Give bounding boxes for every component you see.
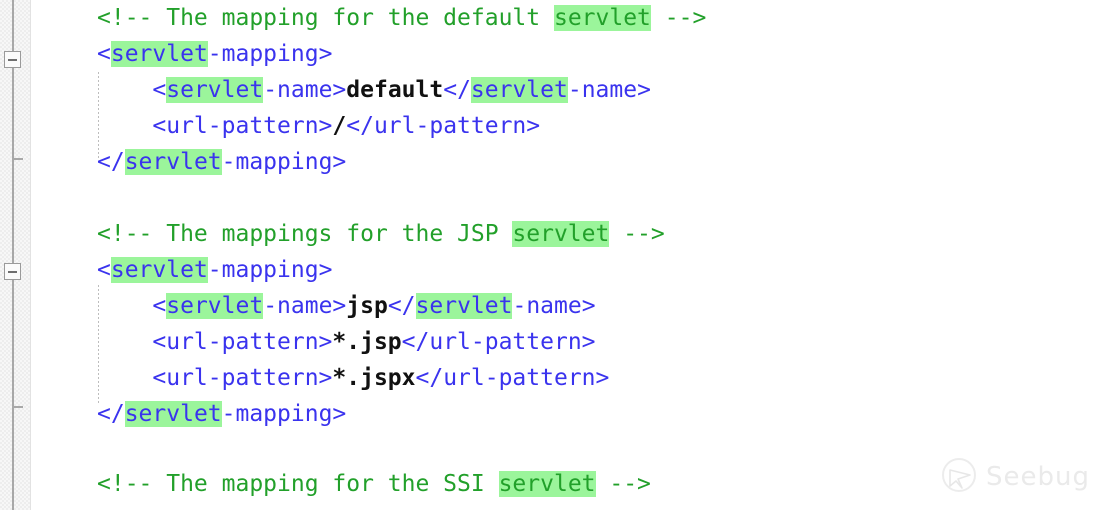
code-token-comment: <!-- The mapping for the SSI [97, 471, 499, 497]
code-token-tag: </url-pattern> [346, 113, 541, 139]
code-token-tag: < [97, 293, 167, 319]
code-line-text: <!-- The mapping for the default servlet… [97, 0, 706, 36]
code-token-value: *.jsp [332, 329, 402, 355]
seebug-watermark-label: Seebug [986, 462, 1090, 492]
code-token-tag: <url-pattern> [97, 365, 333, 391]
code-token-tag: -mapping> [221, 149, 347, 175]
code-token-tag: -mapping> [207, 41, 333, 67]
code-token-tag: < [97, 257, 111, 283]
search-match-token: servlet [166, 293, 264, 319]
code-content-area[interactable]: <!-- The mapping for the default servlet… [31, 0, 1108, 510]
code-line-text: <url-pattern>/</url-pattern> [97, 108, 540, 144]
code-token-comment: --> [595, 471, 651, 497]
code-token-tag: </ [387, 293, 416, 319]
search-match-token: servlet [470, 77, 568, 103]
search-match-token: servlet [166, 77, 264, 103]
code-token-comment: --> [609, 221, 665, 247]
seebug-watermark: Seebug [940, 456, 1090, 498]
code-token-comment: <!-- The mapping for the default [97, 5, 554, 31]
gutter-vertical-rule [12, 0, 14, 510]
code-token-tag: < [97, 41, 111, 67]
code-line-text: </servlet-mapping> [97, 396, 346, 432]
fold-end-servlet-mapping-jsp [12, 406, 23, 408]
code-line-text: <servlet-name>jsp</servlet-name> [97, 288, 596, 324]
search-match-token: servlet [110, 41, 208, 67]
search-match-token: servlet [553, 5, 651, 31]
code-token-tag: <url-pattern> [97, 329, 333, 355]
code-line-text: <servlet-mapping> [97, 36, 332, 72]
code-token-tag: </ [443, 77, 471, 103]
code-line-text: <!-- The mapping for the SSI servlet --> [97, 466, 651, 502]
code-token-tag: -name> [263, 293, 347, 319]
code-token-tag: </ [97, 149, 125, 175]
code-token-tag: < [97, 77, 167, 103]
code-editor[interactable]: <!-- The mapping for the default servlet… [0, 0, 1108, 510]
code-token-comment: <!-- The mappings for the JSP [97, 221, 513, 247]
code-token-tag: -name> [263, 77, 347, 103]
code-token-tag: -mapping> [221, 401, 347, 427]
code-token-tag: <url-pattern> [97, 113, 333, 139]
search-match-token: servlet [110, 257, 208, 283]
fold-end-servlet-mapping-default [12, 158, 23, 160]
code-line-text: </servlet-mapping> [97, 144, 346, 180]
code-line-text: <url-pattern>*.jspx</url-pattern> [97, 360, 609, 396]
code-token-tag: </url-pattern> [415, 365, 610, 391]
code-line-text: <servlet-mapping> [97, 252, 332, 288]
code-token-value: *.jspx [332, 365, 416, 391]
fold-marker-servlet-mapping-jsp[interactable] [4, 263, 21, 280]
search-match-token: servlet [124, 401, 222, 427]
code-token-value: default [346, 77, 444, 103]
code-token-value: / [332, 113, 347, 139]
seebug-logo-icon [940, 456, 978, 498]
code-line-text: <!-- The mappings for the JSP servlet --… [97, 216, 665, 252]
code-line-text: <url-pattern>*.jsp</url-pattern> [97, 324, 596, 360]
code-token-tag: </ [97, 401, 125, 427]
code-token-tag: </url-pattern> [401, 329, 596, 355]
editor-fold-gutter[interactable] [0, 0, 31, 510]
search-match-token: servlet [512, 221, 610, 247]
code-token-tag: -name> [512, 293, 596, 319]
fold-marker-servlet-mapping-default[interactable] [4, 51, 21, 68]
code-token-value: jsp [346, 293, 388, 319]
search-match-token: servlet [124, 149, 222, 175]
code-line-text: <servlet-name>default</servlet-name> [97, 72, 651, 108]
code-token-tag: -name> [567, 77, 651, 103]
code-token-comment: --> [650, 5, 707, 31]
code-token-tag: -mapping> [207, 257, 333, 283]
search-match-token: servlet [498, 471, 596, 497]
search-match-token: servlet [415, 293, 513, 319]
